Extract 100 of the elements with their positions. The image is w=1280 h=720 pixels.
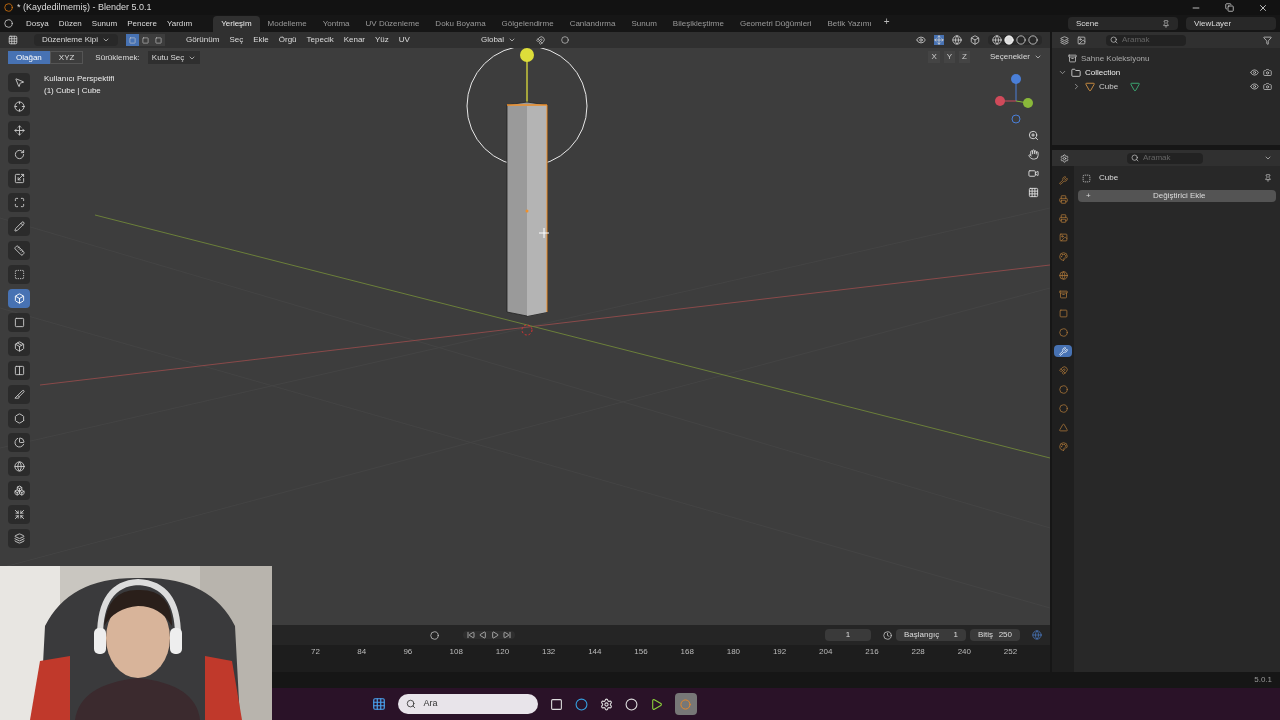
sync-icon[interactable] <box>1032 630 1042 640</box>
tool-button[interactable] <box>8 73 30 92</box>
blender-menu-icon[interactable] <box>4 19 13 28</box>
menu-item[interactable]: Tepecik <box>301 34 339 46</box>
tool-button[interactable] <box>8 145 30 164</box>
current-frame-field[interactable]: 1 <box>825 629 871 641</box>
transform-option[interactable]: Olağan <box>8 51 50 64</box>
camera-icon[interactable] <box>1028 168 1039 179</box>
viewport[interactable]: Olağan XYZ Sürüklemek: Kutu Seç X Y Z Seçenekler Kullanıcı Perspektifi (1) Cube | Cube <box>0 48 1050 625</box>
mirror-axis-button[interactable]: Z <box>959 51 970 63</box>
tool-button[interactable] <box>8 193 30 212</box>
wireframe-icon[interactable] <box>992 35 1002 45</box>
select-mode-button[interactable] <box>126 34 140 46</box>
workspace-tab[interactable]: Sunum <box>623 15 665 32</box>
add-modifier-button[interactable]: + Değiştirici Ekle <box>1078 190 1276 202</box>
playback-controls[interactable] <box>463 631 515 639</box>
pan-icon[interactable] <box>1028 149 1039 160</box>
end-frame-field[interactable]: Bitiş 250 <box>970 629 1020 641</box>
tool-button[interactable] <box>8 265 30 284</box>
tool-button[interactable] <box>8 121 30 140</box>
render-icon[interactable] <box>1263 68 1272 77</box>
play-icon[interactable] <box>491 631 499 639</box>
solid-shading-icon[interactable] <box>1004 35 1014 45</box>
pin-icon[interactable] <box>1162 19 1170 28</box>
dropdown-icon[interactable] <box>1264 154 1272 162</box>
menu-item[interactable]: Seç <box>224 34 249 46</box>
outliner-item[interactable]: Sahne Koleksiyonu <box>1081 52 1150 65</box>
filter-icon[interactable] <box>1263 35 1272 45</box>
tool-button[interactable] <box>8 337 30 356</box>
display-mode-icon[interactable] <box>1077 35 1086 45</box>
tool-button[interactable] <box>8 505 30 524</box>
record-icon[interactable] <box>430 630 439 640</box>
render-icon[interactable] <box>1263 82 1272 91</box>
mode-selector[interactable]: Düzenleme Kipi <box>34 34 119 46</box>
options-menu[interactable]: Seçenekler <box>989 51 1042 63</box>
material-shading-icon[interactable] <box>1016 35 1026 45</box>
workspace-tab[interactable]: Modelleme <box>259 15 315 32</box>
menu-item[interactable]: Kenar <box>338 34 371 46</box>
visibility-icon[interactable] <box>1250 68 1259 77</box>
jump-start-icon[interactable] <box>467 631 475 639</box>
select-mode-button[interactable] <box>152 34 166 46</box>
editor-type-icon[interactable] <box>1060 153 1069 163</box>
menu-item[interactable]: Düzen <box>53 17 87 30</box>
overlay-icon[interactable] <box>952 35 962 45</box>
workspace-tab[interactable]: Geometri Düğümleri <box>731 15 820 32</box>
menu-item[interactable]: UV <box>393 34 415 46</box>
menu-item[interactable]: Ekle <box>248 34 274 46</box>
tool-button[interactable] <box>8 433 30 452</box>
app-icon[interactable] <box>674 693 697 715</box>
outliner-item[interactable]: Cube <box>1099 80 1119 93</box>
snap-icon[interactable] <box>536 35 546 45</box>
jump-end-icon[interactable] <box>503 631 511 639</box>
outliner-item[interactable]: Collection <box>1085 66 1121 79</box>
menu-item[interactable]: Yüz <box>370 34 394 46</box>
start-frame-field[interactable]: Başlangıç 1 <box>896 629 966 641</box>
tool-button[interactable] <box>8 169 30 188</box>
rendered-shading-icon[interactable] <box>1028 35 1038 45</box>
tool-button[interactable] <box>8 289 30 308</box>
mirror-axis-button[interactable]: X <box>928 51 940 63</box>
tool-button[interactable] <box>8 385 30 404</box>
properties-tab[interactable] <box>1054 345 1072 357</box>
editor-type-icon[interactable] <box>1060 35 1069 45</box>
menu-item[interactable]: Pencere <box>122 17 162 30</box>
workspace-tab[interactable]: Canlandırma <box>561 15 624 32</box>
grid-icon[interactable] <box>1028 187 1039 198</box>
transform-option[interactable]: XYZ <box>49 51 84 64</box>
tool-button[interactable] <box>8 313 30 332</box>
start-icon[interactable] <box>371 697 386 711</box>
workspace-tab[interactable]: Gölgelendirme <box>493 15 562 32</box>
menu-item[interactable]: Yardım <box>161 17 198 30</box>
workspace-tab[interactable]: Betik Yazımı <box>819 15 880 32</box>
app-icon[interactable] <box>574 697 588 711</box>
menu-item[interactable]: Sunum <box>86 17 123 30</box>
workspace-tab[interactable]: Yerleşim <box>213 15 260 32</box>
add-workspace-button[interactable]: + <box>879 15 894 32</box>
maximize-button[interactable] <box>1225 2 1234 13</box>
tool-button[interactable] <box>8 529 30 548</box>
zoom-icon[interactable] <box>1028 130 1039 141</box>
drag-selector[interactable]: Kutu Seç <box>147 51 201 64</box>
view-layer-selector[interactable]: ViewLayer <box>1186 17 1276 30</box>
xray-icon[interactable] <box>970 35 980 45</box>
app-icon[interactable] <box>649 697 663 711</box>
menu-item[interactable]: Dosya <box>21 17 54 30</box>
visibility-icon[interactable] <box>916 35 926 45</box>
play-reverse-icon[interactable] <box>479 631 487 639</box>
proportional-edit-icon[interactable] <box>561 36 570 44</box>
tool-button[interactable] <box>8 481 30 500</box>
scene-selector[interactable]: Scene <box>1068 17 1178 30</box>
gizmo-icon[interactable] <box>934 35 944 45</box>
editor-type-icon[interactable] <box>8 35 18 45</box>
workspace-tab[interactable]: Doku Boyama <box>427 15 494 32</box>
workspace-tab[interactable]: Yontma <box>314 15 358 32</box>
tool-button[interactable] <box>8 409 30 428</box>
menu-item[interactable]: Örgü <box>273 34 302 46</box>
tool-button[interactable] <box>8 97 30 116</box>
tool-button[interactable] <box>8 457 30 476</box>
shading-buttons[interactable] <box>988 35 1042 45</box>
menu-item[interactable]: Görünüm <box>181 34 225 46</box>
tool-button[interactable] <box>8 361 30 380</box>
visibility-icon[interactable] <box>1250 82 1259 91</box>
